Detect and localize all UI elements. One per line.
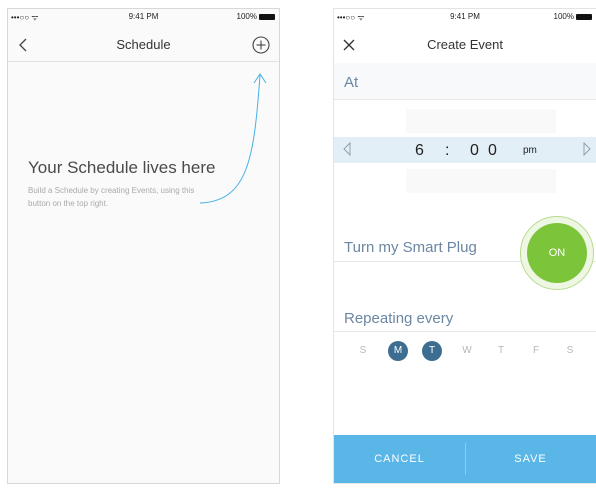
battery-percent: 100% [553,12,574,21]
status-bar: •••○○ ᯤ 9:41 PM 100% [334,9,596,25]
picker-row-above [406,109,556,133]
save-button[interactable]: SAVE [465,435,596,483]
day-friday[interactable]: F [526,341,546,361]
day-thursday[interactable]: T [491,341,511,361]
on-toggle-label: ON [527,223,587,283]
picker-separator: : [445,142,450,159]
divider [334,331,596,332]
at-section-header [334,63,596,99]
day-wednesday[interactable]: W [457,341,477,361]
weekday-selector: S M T W T F S [334,341,596,361]
picker-row-below [406,169,556,193]
picker-selection-band [334,137,596,163]
picker-period[interactable]: pm [523,145,537,156]
picker-hour[interactable]: 6 [415,142,424,160]
nav-bar: Create Event [334,27,596,61]
repeating-label: Repeating every [344,310,454,327]
triangle-right-icon [583,141,591,157]
empty-state-description: Build a Schedule by creating Events, usi… [28,186,195,208]
action-footer: CANCEL SAVE [334,435,596,483]
day-tuesday[interactable]: T [422,341,442,361]
on-toggle-button[interactable]: ON [520,216,594,290]
battery-indicator: 100% [554,12,592,21]
picker-minute-tens[interactable]: 0 [470,142,479,160]
picker-prev-button[interactable] [340,138,354,160]
hint-arrow-icon [199,73,267,204]
triangle-left-icon [343,141,351,157]
picker-minute-ones[interactable]: 0 [488,142,497,160]
day-saturday[interactable]: S [560,341,580,361]
day-sunday[interactable]: S [353,341,373,361]
cancel-button[interactable]: CANCEL [334,435,465,483]
picker-next-button[interactable] [580,138,594,160]
smart-plug-label: Turn my Smart Plug [344,239,477,256]
create-event-screen: •••○○ ᯤ 9:41 PM 100% Create Event At 6 :… [333,8,596,484]
divider [334,99,596,100]
page-title: Create Event [427,37,503,52]
schedule-screen: •••○○ ᯤ 9:41 PM 100% Schedule Your Sched… [7,8,280,484]
empty-state-title: Your Schedule lives here [28,158,216,177]
at-label: At [344,74,359,91]
day-monday[interactable]: M [388,341,408,361]
battery-icon [576,14,592,20]
